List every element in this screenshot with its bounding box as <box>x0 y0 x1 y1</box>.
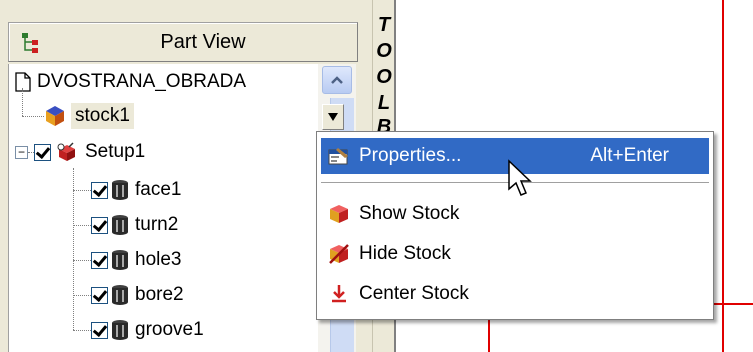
toolbar-letter: T <box>377 14 391 36</box>
feature-checkbox[interactable] <box>91 251 108 269</box>
tree-root-item[interactable]: DVOSTRANA_OBRADA <box>15 64 246 100</box>
tree-item-setup-label: Setup1 <box>85 141 146 162</box>
show-stock-icon <box>327 202 351 226</box>
tree-connector <box>22 116 44 117</box>
tree-connector <box>73 329 91 331</box>
tree-item-stock[interactable]: stock1 <box>45 98 134 134</box>
tree-item-setup[interactable]: − Setup1 <box>15 134 145 170</box>
menu-item-label: Properties... <box>359 145 462 166</box>
tree-connector <box>73 224 91 226</box>
toolbar-letter: L <box>377 92 391 114</box>
menu-item-hide-stock[interactable]: Hide Stock <box>321 236 709 272</box>
cylinder-icon <box>112 215 128 235</box>
properties-icon <box>327 144 351 168</box>
feature-checkbox[interactable] <box>91 181 108 199</box>
collapse-toggle[interactable]: − <box>15 145 28 159</box>
cylinder-icon <box>112 250 128 270</box>
center-stock-icon <box>327 282 351 306</box>
part-view-title: Part View <box>160 31 246 53</box>
stock-dropdown-button[interactable] <box>322 104 344 130</box>
document-icon <box>15 72 31 92</box>
mouse-cursor-icon <box>508 159 532 196</box>
setup-checkbox[interactable] <box>34 143 51 161</box>
tree-root-label: DVOSTRANA_OBRADA <box>37 71 247 92</box>
tree-item-stock-label: stock1 <box>71 103 134 129</box>
scroll-up-button[interactable] <box>322 66 352 94</box>
menu-item-shortcut: Alt+Enter <box>590 145 669 166</box>
feature-label: groove1 <box>135 319 204 340</box>
part-tree: DVOSTRANA_OBRADA stock1 − Setup1 face1 t… <box>8 64 356 352</box>
cylinder-icon <box>112 285 128 305</box>
menu-item-center-stock[interactable]: Center Stock <box>321 276 709 312</box>
menu-item-show-stock[interactable]: Show Stock <box>321 196 709 232</box>
tree-item-feature[interactable]: face1 <box>73 172 181 208</box>
tree-item-feature[interactable]: bore2 <box>73 277 184 313</box>
menu-item-label: Center Stock <box>359 283 469 304</box>
stock-icon <box>46 106 64 126</box>
stock-outline-line <box>722 0 724 352</box>
tree-item-feature[interactable]: groove1 <box>73 312 204 348</box>
part-view-header: Part View <box>8 22 358 62</box>
hide-stock-icon <box>327 242 351 266</box>
tree-connector <box>22 88 23 116</box>
feature-checkbox[interactable] <box>91 321 108 339</box>
tree-connector <box>73 189 91 191</box>
tree-connector <box>73 294 91 296</box>
feature-checkbox[interactable] <box>91 216 108 234</box>
feature-checkbox[interactable] <box>91 286 108 304</box>
cylinder-icon <box>112 320 128 340</box>
toolbar-letter: O <box>376 40 392 62</box>
feature-label: face1 <box>135 179 182 200</box>
tree-item-feature[interactable]: turn2 <box>73 207 178 243</box>
menu-item-label: Hide Stock <box>359 243 451 264</box>
feature-label: turn2 <box>135 214 179 235</box>
toolbar-letter: O <box>376 66 392 88</box>
setup-icon <box>57 142 75 161</box>
feature-label: hole3 <box>135 249 182 270</box>
tree-item-feature[interactable]: hole3 <box>73 242 182 278</box>
triangle-down-icon <box>328 113 338 121</box>
chevron-up-icon <box>331 76 343 84</box>
cylinder-icon <box>112 180 128 200</box>
feature-label: bore2 <box>135 284 184 305</box>
menu-item-label: Show Stock <box>359 203 460 224</box>
tree-connector <box>73 259 91 261</box>
